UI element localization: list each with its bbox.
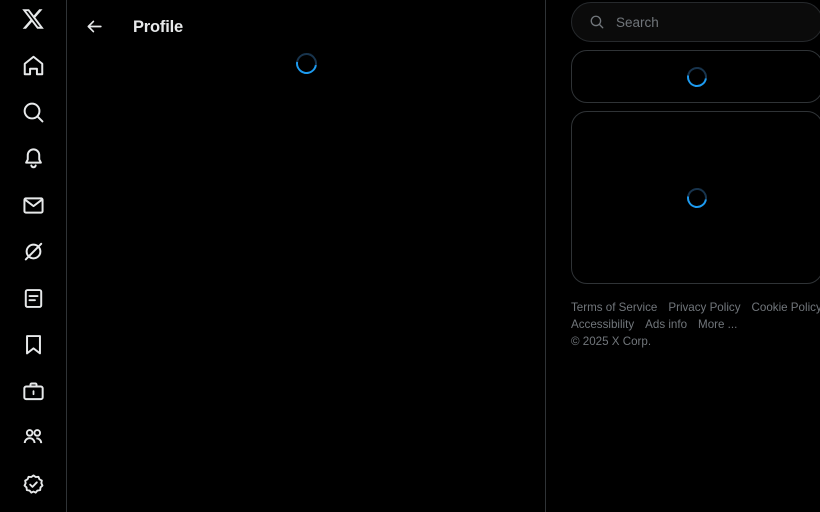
footer-link-accessibility[interactable]: Accessibility (571, 317, 634, 333)
footer-links: Terms of Service Privacy Policy Cookie P… (571, 300, 820, 350)
verified-icon (23, 474, 43, 494)
footer-link-privacy[interactable]: Privacy Policy (668, 300, 740, 316)
profile-loading-region (67, 48, 545, 79)
x-logo[interactable] (12, 0, 54, 40)
right-sidebar: Terms of Service Privacy Policy Cookie P… (546, 0, 820, 512)
home-icon (23, 55, 43, 76)
arrow-left-icon (86, 20, 102, 33)
sidebar-card-small[interactable] (571, 50, 820, 103)
sidebar-item-grok[interactable] (12, 231, 54, 273)
x-app-root: Profile Terms of S (0, 0, 820, 512)
sidebar-item-messages[interactable] (12, 184, 54, 226)
sidebar-item-premium[interactable] (12, 463, 54, 505)
list-icon (24, 288, 42, 308)
back-button[interactable] (77, 10, 111, 44)
sidebar-item-lists[interactable] (12, 277, 54, 319)
search-input[interactable] (616, 14, 820, 30)
loading-spinner (683, 62, 711, 91)
search-box[interactable] (571, 2, 820, 42)
envelope-icon (22, 196, 44, 214)
sidebar-item-explore[interactable] (12, 91, 54, 133)
sidebar-item-jobs[interactable] (12, 370, 54, 412)
loading-spinner (683, 183, 711, 212)
footer-link-ads-info[interactable]: Ads info (645, 317, 687, 333)
sidebar-item-notifications[interactable] (12, 138, 54, 180)
communities-icon (23, 429, 42, 444)
sidebar-item-communities[interactable] (12, 417, 54, 459)
sidebar-item-home[interactable] (12, 45, 54, 87)
footer-link-cookie[interactable]: Cookie Policy (752, 300, 820, 316)
footer-link-terms[interactable]: Terms of Service (571, 300, 657, 316)
primary-nav-rail (0, 0, 67, 512)
search-icon (589, 14, 605, 30)
footer-copyright: © 2025 X Corp. (571, 335, 652, 348)
page-title: Profile (133, 17, 183, 36)
briefcase-icon (22, 381, 44, 400)
footer-link-more[interactable]: More ... (698, 317, 737, 333)
main-column: Profile (67, 0, 546, 512)
search-region (571, 0, 820, 42)
sidebar-card-large[interactable] (571, 111, 820, 284)
sidebar-item-bookmarks[interactable] (12, 324, 54, 366)
bell-icon (24, 148, 42, 169)
loading-spinner (291, 48, 321, 79)
grok-icon (24, 242, 42, 261)
bookmark-icon (25, 335, 41, 355)
profile-header: Profile (67, 0, 545, 53)
search-icon (23, 102, 43, 122)
